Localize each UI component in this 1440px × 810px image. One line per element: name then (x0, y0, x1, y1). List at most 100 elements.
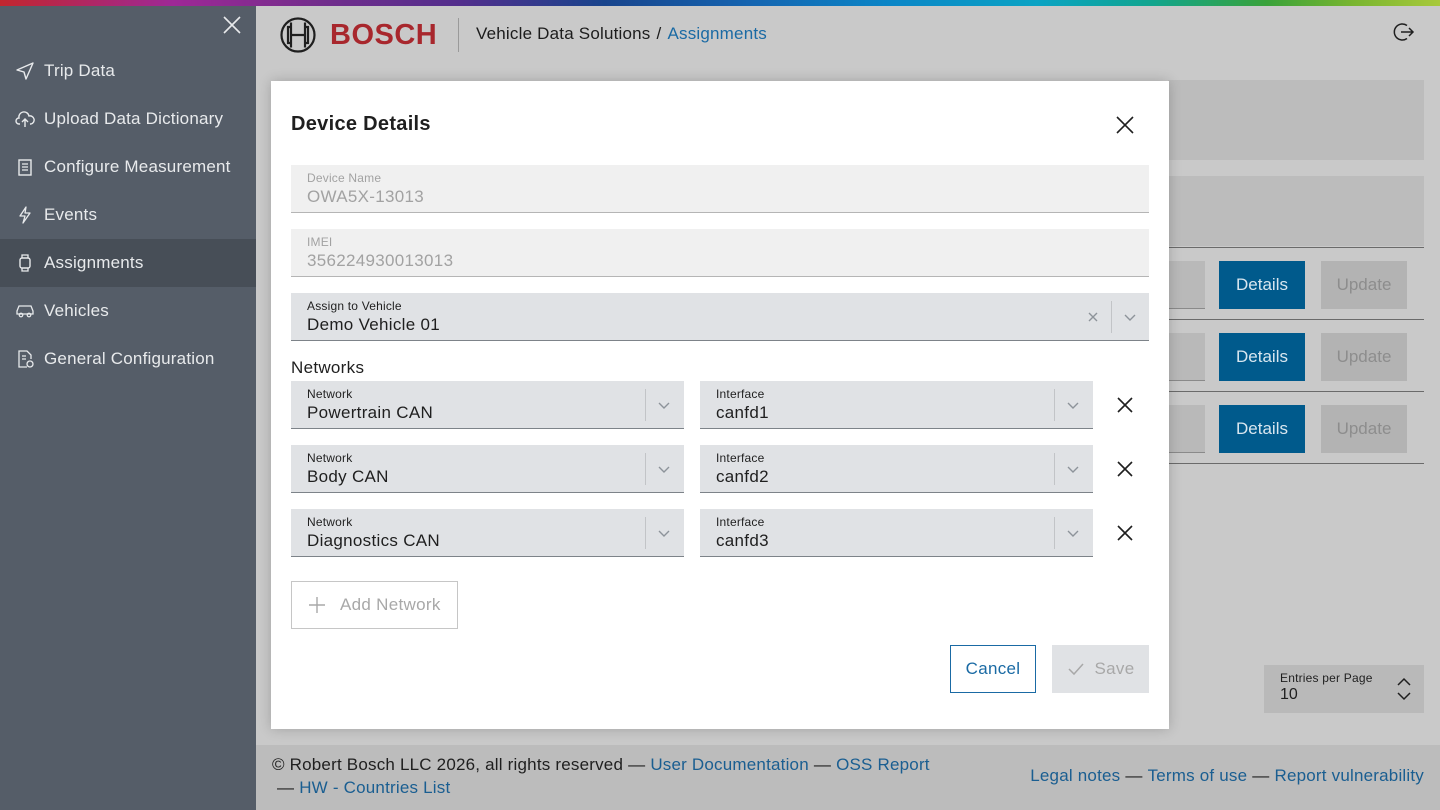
interface-label: Interface (716, 451, 765, 465)
assign-to-vehicle-select[interactable]: Assign to Vehicle Demo Vehicle 01 (291, 293, 1149, 341)
lightning-icon (14, 204, 36, 226)
sidebar-item-configure-measurement[interactable]: Configure Measurement (0, 143, 256, 191)
remove-network-button[interactable] (1114, 394, 1136, 416)
close-icon (1117, 461, 1133, 477)
background-select[interactable] (1169, 333, 1205, 381)
plus-icon (309, 597, 325, 613)
user-documentation-link[interactable]: User Documentation (650, 755, 809, 774)
network-select[interactable]: Network Body CAN (291, 445, 684, 493)
chevron-down-icon (1124, 314, 1136, 321)
send-icon (14, 60, 36, 82)
clear-selection-icon[interactable] (1087, 311, 1099, 323)
networks-section-title: Networks (291, 358, 365, 377)
bosch-logo[interactable]: BOSCH (280, 17, 437, 53)
breadcrumb-root[interactable]: Vehicle Data Solutions (476, 24, 651, 43)
device-name-label: Device Name (307, 171, 382, 185)
network-label: Network (307, 451, 353, 465)
add-network-button[interactable]: Add Network (291, 581, 458, 629)
update-button[interactable]: Update (1321, 261, 1407, 309)
legal-notes-link[interactable]: Legal notes (1030, 766, 1120, 785)
sidebar-item-events[interactable]: Events (0, 191, 256, 239)
interface-select[interactable]: Interface canfd3 (700, 509, 1093, 557)
close-icon (223, 16, 241, 34)
sidebar-item-label: Vehicles (44, 301, 109, 320)
sidebar-item-upload-data-dictionary[interactable]: Upload Data Dictionary (0, 95, 256, 143)
save-button[interactable]: Save (1052, 645, 1149, 693)
interface-select[interactable]: Interface canfd1 (700, 381, 1093, 429)
sidebar-item-label: General Configuration (44, 349, 215, 368)
footer-dash: — (813, 755, 832, 774)
logout-button[interactable] (1392, 20, 1416, 44)
imei-field: IMEI 356224930013013 (291, 229, 1149, 277)
remove-network-button[interactable] (1114, 522, 1136, 544)
table-row-divider (1168, 463, 1424, 464)
select-separator (645, 389, 646, 421)
entries-per-page-select[interactable]: Entries per Page 10 (1264, 665, 1424, 713)
details-button[interactable]: Details (1219, 333, 1305, 381)
entries-per-page-label: Entries per Page (1280, 671, 1373, 685)
sidebar-close-button[interactable] (221, 14, 243, 36)
interface-label: Interface (716, 515, 765, 529)
report-vulnerability-link[interactable]: Report vulnerability (1274, 766, 1424, 785)
terms-of-use-link[interactable]: Terms of use (1148, 766, 1248, 785)
chevron-down-icon (1067, 466, 1079, 473)
sidebar-item-vehicles[interactable]: Vehicles (0, 287, 256, 335)
interface-value: canfd3 (716, 531, 769, 550)
imei-value: 356224930013013 (307, 251, 454, 270)
breadcrumb-separator: / (656, 24, 662, 43)
network-label: Network (307, 387, 353, 401)
hw-countries-list-link[interactable]: HW - Countries List (299, 778, 450, 797)
footer-dash: — (628, 755, 646, 774)
footer-dash: — (1252, 766, 1270, 785)
settings-document-icon (14, 348, 36, 370)
close-icon (1117, 525, 1133, 541)
cancel-button[interactable]: Cancel (950, 645, 1036, 693)
select-separator (1054, 517, 1055, 549)
chevron-down-icon (658, 466, 670, 473)
footer-dash: — (277, 778, 295, 797)
sidebar-item-label: Upload Data Dictionary (44, 109, 224, 128)
entries-per-page-value: 10 (1280, 686, 1298, 703)
update-button[interactable]: Update (1321, 333, 1407, 381)
assign-to-vehicle-label: Assign to Vehicle (307, 299, 402, 313)
sidebar-item-general-configuration[interactable]: General Configuration (0, 335, 256, 383)
sidebar: Trip Data Upload Data Dictionary Configu… (0, 6, 256, 810)
breadcrumb: Vehicle Data Solutions / Assignments (476, 24, 767, 44)
select-separator (1111, 301, 1112, 333)
remove-network-button[interactable] (1114, 458, 1136, 480)
dialog-close-button[interactable] (1114, 114, 1136, 136)
breadcrumb-current[interactable]: Assignments (667, 24, 767, 43)
chevron-up-down-icon (1397, 677, 1411, 701)
chevron-down-icon (658, 530, 670, 537)
add-network-label: Add Network (340, 595, 441, 614)
assign-to-vehicle-value: Demo Vehicle 01 (307, 315, 441, 334)
imei-label: IMEI (307, 235, 333, 249)
background-select[interactable] (1169, 261, 1205, 309)
background-select[interactable] (1169, 405, 1205, 453)
oss-report-link[interactable]: OSS Report (836, 755, 930, 774)
background-card (1168, 80, 1424, 160)
network-select[interactable]: Network Powertrain CAN (291, 381, 684, 429)
sidebar-item-trip-data[interactable]: Trip Data (0, 47, 256, 95)
sidebar-item-label: Configure Measurement (44, 157, 231, 176)
network-select[interactable]: Network Diagnostics CAN (291, 509, 684, 557)
logout-icon (1393, 23, 1415, 41)
device-name-field: Device Name OWA5X-13013 (291, 165, 1149, 213)
interface-select[interactable]: Interface canfd2 (700, 445, 1093, 493)
network-label: Network (307, 515, 353, 529)
bosch-armature-icon (280, 17, 316, 53)
select-separator (1054, 389, 1055, 421)
update-button[interactable]: Update (1321, 405, 1407, 453)
table-divider (1168, 247, 1424, 248)
sidebar-item-assignments[interactable]: Assignments (0, 239, 256, 287)
clipboard-list-icon (14, 156, 36, 178)
background-card (1168, 176, 1424, 246)
details-button[interactable]: Details (1219, 405, 1305, 453)
network-value: Powertrain CAN (307, 403, 434, 422)
device-watch-icon (14, 252, 36, 274)
details-button[interactable]: Details (1219, 261, 1305, 309)
chevron-down-icon (658, 402, 670, 409)
header-divider (458, 18, 459, 52)
interface-label: Interface (716, 387, 765, 401)
cloud-upload-icon (14, 108, 36, 130)
